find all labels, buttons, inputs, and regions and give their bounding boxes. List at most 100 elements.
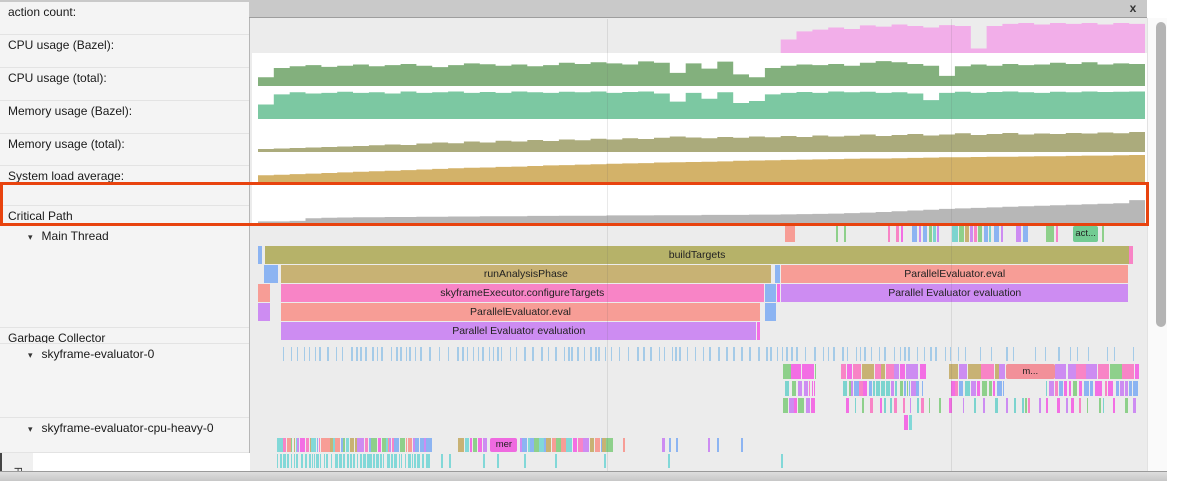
gc-event-tick[interactable] — [291, 347, 293, 361]
gc-event-tick[interactable] — [467, 347, 469, 361]
evaluator0-slice[interactable] — [1014, 398, 1016, 413]
cpu-heavy-slice[interactable] — [623, 438, 625, 452]
cpu-heavy-slice[interactable] — [414, 454, 416, 468]
cpu-heavy-slice[interactable] — [394, 454, 397, 468]
flame-slice[interactable] — [258, 284, 270, 302]
evaluator0-slice[interactable] — [1059, 381, 1064, 396]
evaluator0-slice[interactable] — [920, 364, 926, 379]
cpu-heavy-slice[interactable] — [668, 454, 670, 468]
evaluator0-slice[interactable] — [854, 381, 858, 396]
flame-slice[interactable]: skyframeExecutor.configureTargets — [281, 284, 764, 302]
evaluator0-slice[interactable] — [1066, 398, 1068, 413]
cpu-heavy-slice[interactable] — [283, 438, 286, 452]
cpu-heavy-slice[interactable] — [662, 438, 665, 452]
gc-event-tick[interactable] — [643, 347, 645, 361]
cpu-heavy-slice[interactable] — [539, 438, 543, 452]
evaluator0-slice[interactable] — [880, 398, 882, 413]
gc-event-tick[interactable] — [935, 347, 937, 361]
evaluator0-slice[interactable] — [806, 398, 809, 413]
cpu-heavy-slice[interactable] — [321, 438, 326, 452]
cpu-heavy-slice[interactable] — [380, 454, 382, 468]
cpu-heavy-slice[interactable] — [422, 454, 424, 468]
flame-slice[interactable] — [775, 265, 779, 283]
evaluator0-slice[interactable] — [963, 398, 964, 413]
gc-event-tick[interactable] — [497, 347, 499, 361]
gc-event-tick[interactable] — [980, 347, 982, 361]
cpu-heavy-slice[interactable] — [590, 438, 594, 452]
evaluator0-slice[interactable] — [815, 364, 816, 379]
cpu-heavy-slice[interactable] — [311, 438, 316, 452]
gc-event-tick[interactable] — [351, 347, 353, 361]
evaluator0-slice[interactable] — [862, 364, 874, 379]
gc-event-tick[interactable] — [406, 347, 408, 361]
evaluator0-slice[interactable] — [809, 381, 810, 396]
cpu-heavy-slice[interactable] — [389, 438, 391, 452]
cpu-heavy-slice[interactable] — [350, 454, 352, 468]
gc-event-tick[interactable] — [391, 347, 393, 361]
cpu-heavy-slice[interactable] — [346, 438, 350, 452]
gc-event-tick[interactable] — [377, 347, 379, 361]
evaluator0-slice[interactable] — [847, 364, 852, 379]
gc-event-tick[interactable] — [381, 347, 383, 361]
cpu-heavy-slice[interactable] — [350, 438, 354, 452]
gc-event-tick[interactable] — [1107, 347, 1109, 361]
evaluator0-slice[interactable] — [875, 364, 881, 379]
evaluator0-slice[interactable] — [989, 381, 992, 396]
evaluator0-slice[interactable] — [1086, 364, 1097, 379]
evaluator0-slice[interactable] — [798, 398, 804, 413]
evaluator0-slice[interactable] — [891, 381, 893, 396]
evaluator0-slice[interactable] — [917, 398, 919, 413]
cpu-heavy-slice[interactable] — [287, 454, 288, 468]
evaluator0-slice[interactable] — [894, 398, 896, 413]
gc-event-tick[interactable] — [605, 347, 607, 361]
cpu-heavy-slice[interactable] — [428, 454, 430, 468]
cpu-heavy-slice[interactable] — [353, 454, 354, 468]
cpu-heavy-slice[interactable] — [277, 454, 279, 468]
evaluator0-slice[interactable] — [789, 398, 793, 413]
flame-slice[interactable] — [264, 265, 278, 283]
gc-event-tick[interactable] — [400, 347, 402, 361]
gc-event-tick[interactable] — [758, 347, 760, 361]
gc-event-tick[interactable] — [856, 347, 858, 361]
evaluator0-slice[interactable] — [855, 398, 857, 413]
gc-event-tick[interactable] — [945, 347, 947, 361]
gc-event-tick[interactable] — [679, 347, 681, 361]
gc-event-tick[interactable] — [628, 347, 630, 361]
gc-event-tick[interactable] — [590, 347, 592, 361]
vertical-scrollbar-thumb[interactable] — [1156, 22, 1166, 327]
gc-event-tick[interactable] — [595, 347, 597, 361]
evaluator0-slice[interactable] — [870, 398, 873, 413]
evaluator0-slice[interactable] — [929, 398, 930, 413]
cpu-heavy-slice[interactable] — [300, 438, 305, 452]
critical-path-slice[interactable] — [952, 226, 958, 242]
gc-event-tick[interactable] — [871, 347, 873, 361]
gc-event-tick[interactable] — [360, 347, 362, 361]
gc-event-tick[interactable] — [814, 347, 816, 361]
flame-slice[interactable]: ParallelEvaluator.eval — [281, 303, 760, 321]
evaluator0-slice[interactable] — [961, 381, 963, 396]
cpu-heavy-slice[interactable] — [573, 438, 577, 452]
evaluator0-slice[interactable] — [922, 398, 924, 413]
critical-path-slice[interactable] — [974, 226, 977, 242]
evaluator0-slice[interactable] — [1003, 381, 1004, 396]
cpu-heavy-slice[interactable] — [365, 438, 368, 452]
gc-event-tick[interactable] — [860, 347, 862, 361]
gc-event-tick[interactable] — [884, 347, 886, 361]
evaluator0-slice[interactable] — [1064, 381, 1067, 396]
gc-event-tick[interactable] — [796, 347, 798, 361]
evaluator0-slice[interactable] — [1076, 364, 1085, 379]
gc-event-tick[interactable] — [439, 347, 441, 361]
evaluator0-slice[interactable] — [869, 381, 872, 396]
flame-slice[interactable] — [258, 303, 270, 321]
slice-badge[interactable]: act... — [1073, 226, 1098, 242]
cpu-heavy-slice[interactable] — [566, 438, 572, 452]
gc-event-tick[interactable] — [879, 347, 881, 361]
evaluator0-slice[interactable] — [1108, 381, 1113, 396]
cpu-heavy-slice[interactable] — [465, 438, 469, 452]
critical-path-slice[interactable] — [970, 226, 973, 242]
evaluator0-slice[interactable] — [1073, 381, 1077, 396]
evaluator0-slice[interactable] — [909, 415, 912, 430]
gc-event-tick[interactable] — [356, 347, 358, 361]
cpu-heavy-slice[interactable] — [470, 438, 473, 452]
evaluator0-slice[interactable] — [939, 398, 941, 413]
